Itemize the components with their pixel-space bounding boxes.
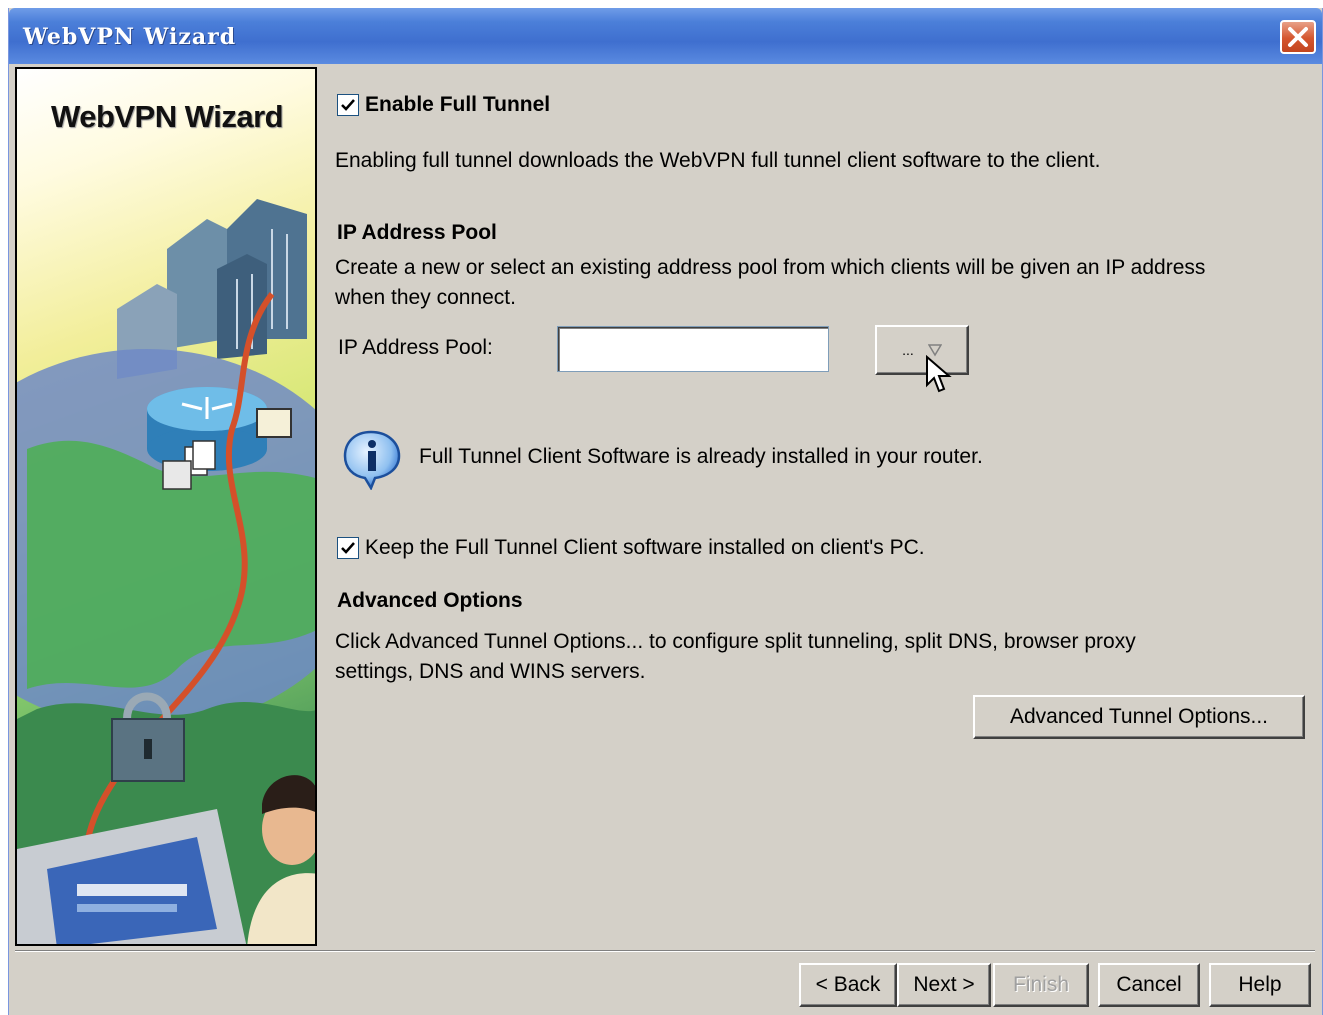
finish-button[interactable]: Finish	[993, 963, 1089, 1007]
wizard-content: Enable Full Tunnel Enabling full tunnel …	[335, 68, 1315, 948]
next-button[interactable]: Next >	[897, 963, 991, 1007]
ip-pool-description-line1: Create a new or select an existing addre…	[335, 256, 1206, 279]
enable-full-tunnel-label[interactable]: Enable Full Tunnel	[365, 90, 550, 120]
advanced-options-heading: Advanced Options	[337, 589, 523, 612]
info-icon	[343, 430, 401, 490]
advanced-description-line1: Click Advanced Tunnel Options... to conf…	[335, 630, 1136, 653]
enable-full-tunnel-row: Enable Full Tunnel	[337, 90, 550, 120]
info-message: Full Tunnel Client Software is already i…	[419, 445, 983, 468]
keep-client-label[interactable]: Keep the Full Tunnel Client software ins…	[365, 533, 925, 563]
back-button[interactable]: < Back	[799, 963, 897, 1007]
keep-client-row: Keep the Full Tunnel Client software ins…	[337, 533, 925, 563]
checkmark-icon	[341, 542, 355, 554]
title-bar[interactable]: WebVPN Wizard	[9, 8, 1322, 64]
mouse-cursor-icon	[926, 355, 952, 393]
cancel-button[interactable]: Cancel	[1098, 963, 1200, 1007]
checkmark-icon	[341, 99, 355, 111]
side-illustration-panel: WebVPN Wizard	[15, 67, 317, 946]
side-panel-title: WebVPN Wizard	[51, 99, 284, 134]
ip-pool-input[interactable]	[557, 326, 829, 372]
keep-client-checkbox[interactable]	[337, 537, 359, 559]
ip-pool-heading: IP Address Pool	[337, 221, 497, 244]
full-tunnel-description: Enabling full tunnel downloads the WebVP…	[335, 149, 1101, 172]
ip-pool-select-button[interactable]: ...	[875, 325, 969, 375]
advanced-description-line2: settings, DNS and WINS servers.	[335, 660, 646, 683]
wizard-illustration	[17, 199, 315, 944]
close-button[interactable]	[1280, 20, 1316, 54]
enable-full-tunnel-checkbox[interactable]	[337, 94, 359, 116]
close-icon	[1288, 27, 1308, 47]
help-button[interactable]: Help	[1209, 963, 1311, 1007]
ip-pool-select-label: ...	[902, 342, 914, 358]
advanced-tunnel-options-button[interactable]: Advanced Tunnel Options...	[973, 695, 1305, 739]
ip-pool-description-line2: when they connect.	[335, 286, 516, 309]
ip-pool-field-label: IP Address Pool:	[338, 336, 493, 359]
footer-separator	[15, 950, 1315, 952]
wizard-window: WebVPN Wizard WebVPN Wizard Enable Full …	[8, 8, 1323, 1015]
window-title: WebVPN Wizard	[23, 24, 237, 50]
